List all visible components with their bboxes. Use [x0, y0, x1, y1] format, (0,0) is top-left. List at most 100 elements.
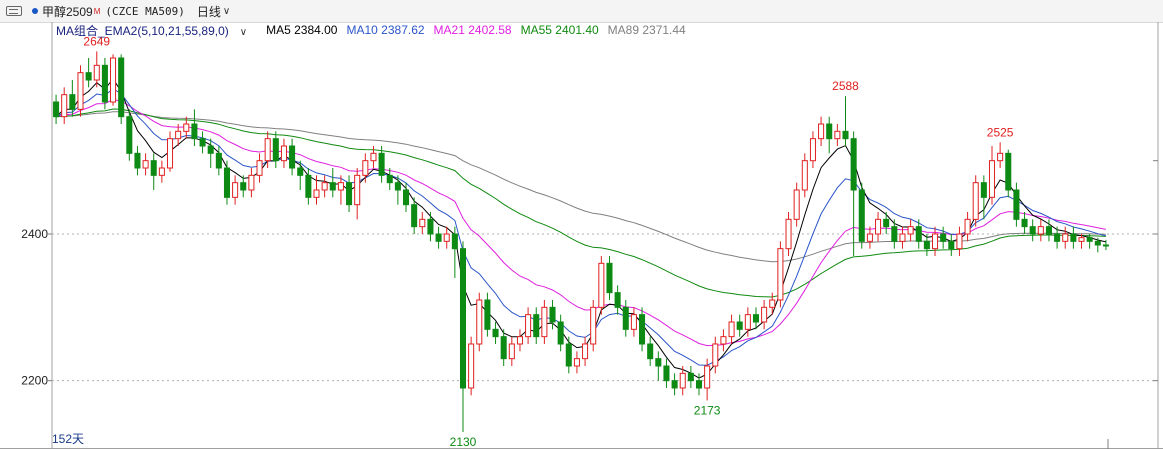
candle-body-down — [1094, 240, 1101, 246]
candle-body-down — [403, 189, 410, 206]
candle-body-down — [492, 328, 499, 338]
candle-body-up — [899, 233, 906, 242]
ma10-line — [55, 88, 1107, 366]
candle-body-up — [508, 343, 515, 360]
menu-icon — [6, 6, 22, 16]
candle-body-up — [93, 64, 100, 81]
candle-body-up — [248, 174, 255, 191]
indicator-selector[interactable]: MA组合_EMA2(5,10,21,55,89,0) ∨ — [56, 22, 256, 39]
candle-body-up — [712, 343, 719, 367]
candle-body-up — [476, 299, 483, 345]
candle-body-down — [671, 380, 678, 389]
period-label: 日线 — [196, 4, 221, 19]
candle-body-down — [346, 182, 353, 206]
candle-body-up — [516, 336, 523, 345]
candle-body-up — [590, 306, 597, 345]
candle-body-down — [85, 72, 92, 81]
contract-code: (CZCE MA509) — [105, 4, 185, 18]
candle-body-down — [565, 343, 572, 367]
price-chart[interactable]: 2200240026492588252521302173 — [0, 22, 1163, 449]
chevron-down-icon: ∨ — [239, 26, 248, 38]
candle-body-down — [647, 343, 654, 360]
candle-body-down — [883, 218, 890, 228]
candle-body-down — [549, 306, 556, 323]
candle-body-up — [61, 94, 68, 118]
candle-body-up — [875, 218, 882, 235]
candle-body-up — [321, 182, 328, 191]
candle-body-down — [427, 218, 434, 235]
candle-body-up — [1062, 233, 1069, 242]
candle-body-down — [752, 314, 759, 323]
candle-body-up — [720, 336, 727, 345]
candle-body-up — [988, 160, 996, 198]
candle-body-up — [419, 218, 426, 228]
candle-body-down — [842, 130, 849, 140]
candle-body-up — [793, 189, 800, 220]
candle-body-up — [264, 138, 271, 162]
candle-body-up — [525, 314, 532, 338]
candle-body-up — [997, 152, 1004, 162]
candle-body-down — [215, 152, 222, 169]
chevron-down-icon: ∨ — [222, 5, 231, 17]
candle-body-down — [940, 233, 947, 242]
candle-body-up — [313, 189, 320, 198]
candle-body-up — [256, 160, 263, 176]
candle-body-up — [166, 138, 174, 169]
candle-body-down — [980, 182, 987, 198]
period-selector[interactable]: 日线 ∨ — [197, 3, 230, 20]
candle-body-up — [785, 218, 792, 250]
candle-body-down — [948, 240, 955, 250]
candle-body-down — [289, 145, 296, 169]
candle-body-down — [858, 189, 865, 242]
candle-body-down — [1086, 237, 1093, 242]
candle-body-down — [891, 226, 898, 242]
candle-body-down — [305, 174, 312, 198]
legend-ma21: MA21 2402.58 — [433, 23, 512, 37]
candle-body-down — [655, 358, 662, 367]
symbol-selector[interactable]: 甲醇2509 M (CZCE MA509) — [32, 3, 185, 20]
candle-body-down — [500, 336, 507, 360]
candle-body-down — [386, 174, 393, 184]
candle-body-up — [834, 130, 841, 140]
candle-body-up — [280, 145, 287, 162]
candle-body-down — [915, 226, 922, 242]
candle-body-down — [199, 138, 206, 147]
candle-body-down — [223, 167, 230, 198]
menu-handle[interactable] — [6, 6, 26, 16]
legend-ma10: MA10 2387.62 — [346, 23, 425, 37]
candle-body-down — [1054, 233, 1061, 242]
symbol-name: 甲醇2509 — [42, 4, 93, 19]
candle-body-down — [101, 64, 108, 103]
candle-body-down — [923, 240, 930, 250]
candle-body-down — [695, 380, 703, 389]
candle-body-up — [582, 343, 589, 360]
candle-body-down — [126, 116, 133, 154]
candle-body-down — [53, 101, 60, 118]
candle-body-down — [736, 321, 743, 330]
candle-body-up — [964, 218, 971, 235]
candle-body-down — [606, 262, 613, 294]
ma89-line — [56, 111, 1106, 263]
candle-body-up — [370, 152, 377, 162]
candle-body-down — [687, 372, 694, 382]
candle-body-down — [1045, 226, 1052, 235]
candle-body-up — [777, 248, 784, 301]
candle-body-up — [183, 123, 190, 132]
candle-body-up — [956, 233, 963, 250]
ma55-line — [56, 108, 1106, 298]
candle-body-down — [484, 299, 491, 330]
legend-ma89: MA89 2371.44 — [607, 23, 686, 37]
candle-body-up — [77, 72, 84, 110]
indicator-legend: MA组合_EMA2(5,10,21,55,89,0) ∨ MA5 2384.00 … — [56, 22, 695, 38]
candle-body-down — [850, 138, 857, 191]
status-dot-icon — [32, 8, 38, 14]
candle-body-up — [142, 160, 149, 169]
candle-body-up — [972, 182, 979, 220]
ma5-line — [55, 77, 1107, 379]
extreme-label: 2130 — [450, 435, 477, 449]
extreme-label: 2588 — [832, 79, 859, 93]
candle-body-down — [533, 314, 540, 338]
candle-body-down — [118, 57, 125, 118]
candle-body-down — [435, 233, 442, 242]
candle-body-up — [1037, 226, 1044, 235]
